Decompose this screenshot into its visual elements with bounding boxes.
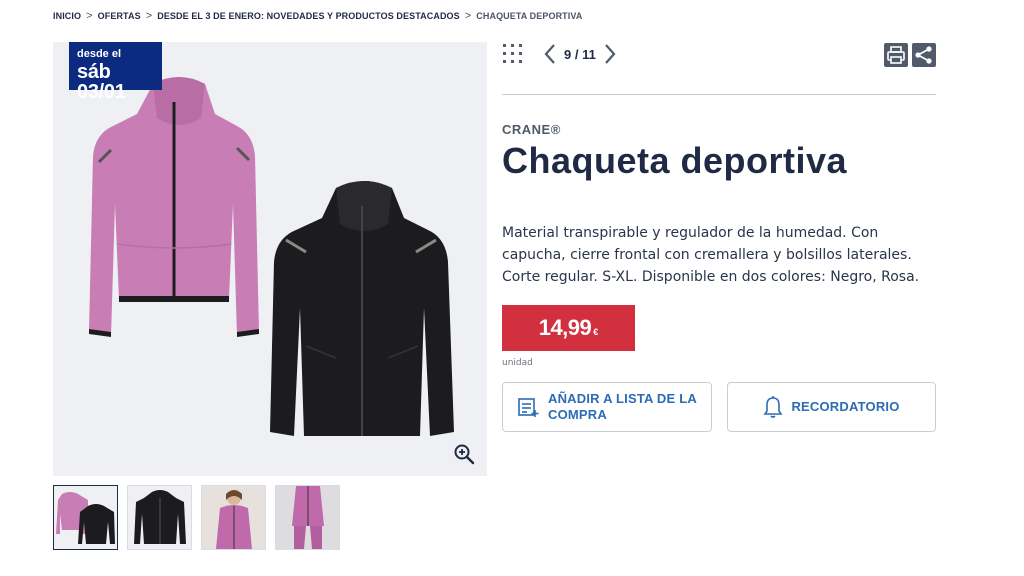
breadcrumb-separator: > [145, 10, 153, 22]
pink-jacket-image [89, 77, 259, 337]
breadcrumb-link-ofertas[interactable]: OFERTAS [98, 11, 141, 21]
breadcrumb-separator: > [86, 10, 93, 22]
breadcrumb-link-category[interactable]: DESDE EL 3 DE ENERO: NOVEDADES Y PRODUCT… [157, 11, 460, 21]
breadcrumb-current: CHAQUETA DEPORTIVA [476, 11, 583, 21]
product-description: Material transpirable y regulador de la … [502, 225, 920, 285]
date-badge: desde el sáb 03/01 [69, 42, 162, 102]
grid-icon[interactable] [502, 43, 524, 65]
product-toolbar: 9 / 11 [502, 40, 936, 68]
shopping-list-icon [518, 398, 539, 417]
price-box: 14,99 € [502, 305, 635, 351]
product-title: Chaqueta deportiva [502, 140, 848, 181]
share-icon [915, 46, 932, 64]
chevron-right-icon[interactable] [602, 42, 618, 66]
product-brand: CRANE® [502, 122, 561, 137]
price-currency: € [593, 327, 599, 337]
share-button[interactable] [912, 43, 936, 67]
price-amount: 14,99 [538, 315, 592, 340]
breadcrumb-separator: > [464, 10, 472, 22]
thumbnail-1[interactable] [53, 485, 118, 550]
reminder-label: RECORDATORIO [791, 399, 900, 414]
thumbnail-2[interactable] [127, 485, 192, 550]
thumbnail-4[interactable] [275, 485, 340, 550]
breadcrumb-link-inicio[interactable]: INICIO [53, 11, 81, 21]
thumbnail-3[interactable] [201, 485, 266, 550]
print-icon [887, 46, 905, 64]
main-product-image[interactable]: desde el sáb 03/01 [53, 42, 487, 476]
print-button[interactable] [884, 43, 908, 67]
pager-count: 9 / 11 [564, 46, 596, 62]
date-badge-prefix: desde el [77, 48, 122, 60]
black-jacket-image [270, 181, 454, 436]
reminder-button[interactable]: RECORDATORIO [727, 382, 936, 432]
bell-icon [763, 396, 783, 418]
divider [502, 94, 936, 95]
thumbnail-strip [53, 485, 340, 550]
product-pager: 9 / 11 [542, 42, 618, 66]
breadcrumb: INICIO > OFERTAS > DESDE EL 3 DE ENERO: … [53, 9, 582, 23]
add-to-shopping-list-button[interactable]: AÑADIR A LISTA DE LA COMPRA [502, 382, 712, 432]
date-badge-date: sáb 03/01 [77, 61, 126, 103]
price-unit: unidad [502, 358, 533, 368]
chevron-left-icon[interactable] [542, 42, 558, 66]
add-to-shopping-list-label: AÑADIR A LISTA DE LA COMPRA [548, 391, 697, 422]
zoom-in-icon[interactable] [453, 443, 475, 465]
